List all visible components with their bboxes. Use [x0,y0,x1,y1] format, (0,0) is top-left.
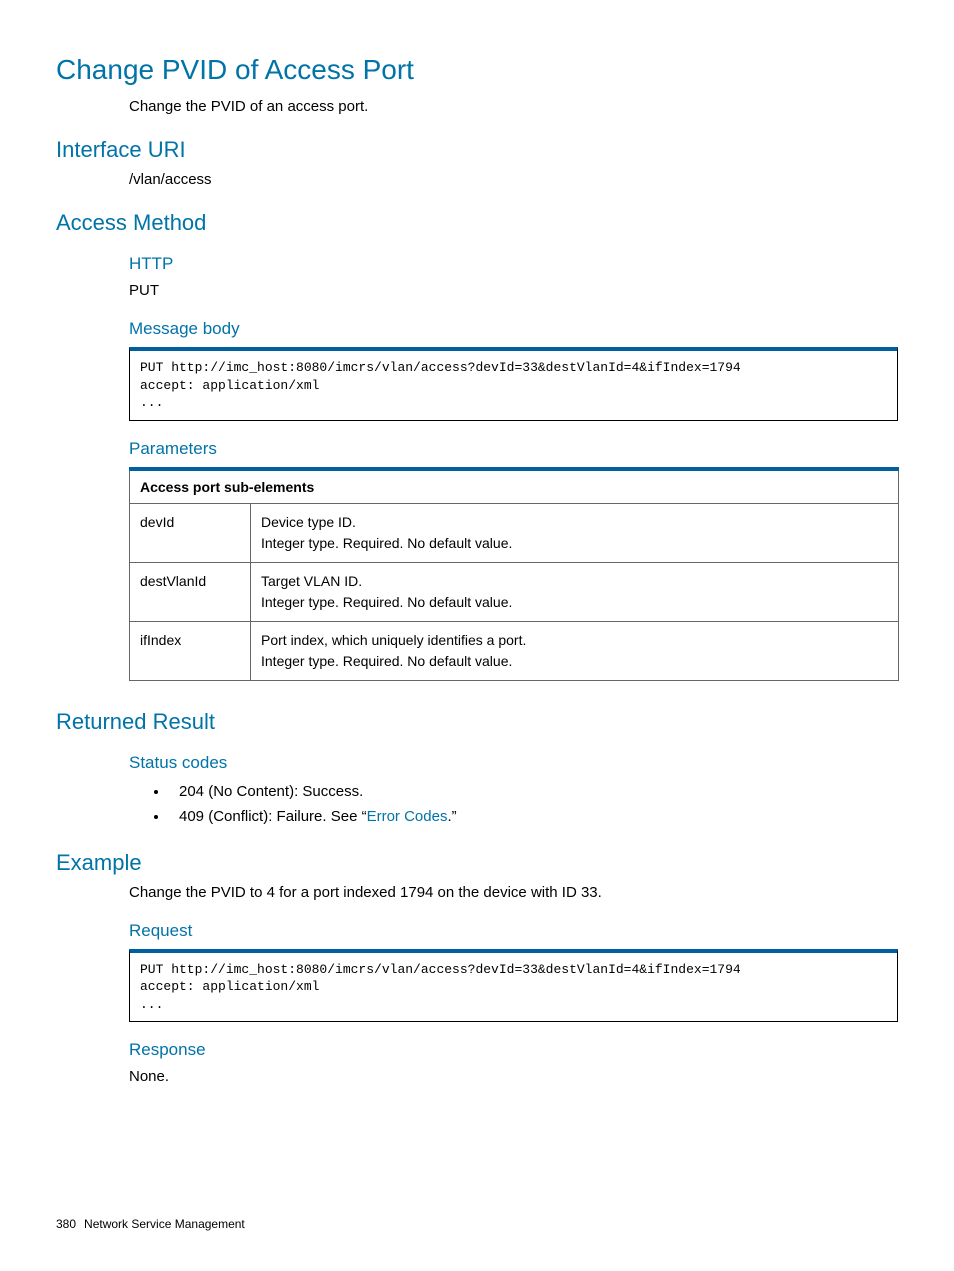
param-desc-line: Integer type. Required. No default value… [261,535,512,551]
interface-uri-value: /vlan/access [129,169,898,190]
param-desc-line: Port index, which uniquely identifies a … [261,632,526,648]
error-codes-link[interactable]: Error Codes [367,808,448,825]
response-value: None. [129,1066,898,1087]
param-desc: Port index, which uniquely identifies a … [251,621,899,680]
param-desc-line: Integer type. Required. No default value… [261,594,512,610]
param-name: destVlanId [130,562,251,621]
param-desc: Target VLAN ID. Integer type. Required. … [251,562,899,621]
table-row: ifIndex Port index, which uniquely ident… [130,621,899,680]
status-409-text: 409 (Conflict): Failure. See “ [179,808,367,825]
footer-section: Network Service Management [84,1217,245,1231]
heading-returned-result: Returned Result [56,709,898,735]
heading-http: HTTP [129,254,898,274]
table-row: devId Device type ID. Integer type. Requ… [130,503,899,562]
heading-interface-uri: Interface URI [56,137,898,163]
heading-example: Example [56,850,898,876]
heading-access-method: Access Method [56,210,898,236]
list-item: 204 (No Content): Success. [169,779,898,805]
param-desc-line: Target VLAN ID. [261,573,362,589]
example-description: Change the PVID to 4 for a port indexed … [129,882,898,903]
status-codes-list: 204 (No Content): Success. 409 (Conflict… [129,779,898,830]
status-409-text-post: .” [447,808,456,825]
page-title: Change PVID of Access Port [56,54,898,86]
heading-response: Response [129,1040,898,1060]
param-name: devId [130,503,251,562]
page-footer: 380 Network Service Management [56,1217,245,1231]
parameters-table-header: Access port sub-elements [130,469,899,504]
message-body-code: PUT http://imc_host:8080/imcrs/vlan/acce… [129,347,898,421]
heading-message-body: Message body [129,319,898,339]
list-item: 409 (Conflict): Failure. See “Error Code… [169,804,898,830]
heading-request: Request [129,921,898,941]
table-row: destVlanId Target VLAN ID. Integer type.… [130,562,899,621]
heading-status-codes: Status codes [129,753,898,773]
param-name: ifIndex [130,621,251,680]
request-code: PUT http://imc_host:8080/imcrs/vlan/acce… [129,949,898,1023]
title-description: Change the PVID of an access port. [129,96,898,117]
param-desc-line: Integer type. Required. No default value… [261,653,512,669]
heading-parameters: Parameters [129,439,898,459]
param-desc-line: Device type ID. [261,514,356,530]
http-method-value: PUT [129,280,898,301]
parameters-table: Access port sub-elements devId Device ty… [129,467,899,681]
page-number: 380 [56,1217,76,1231]
param-desc: Device type ID. Integer type. Required. … [251,503,899,562]
